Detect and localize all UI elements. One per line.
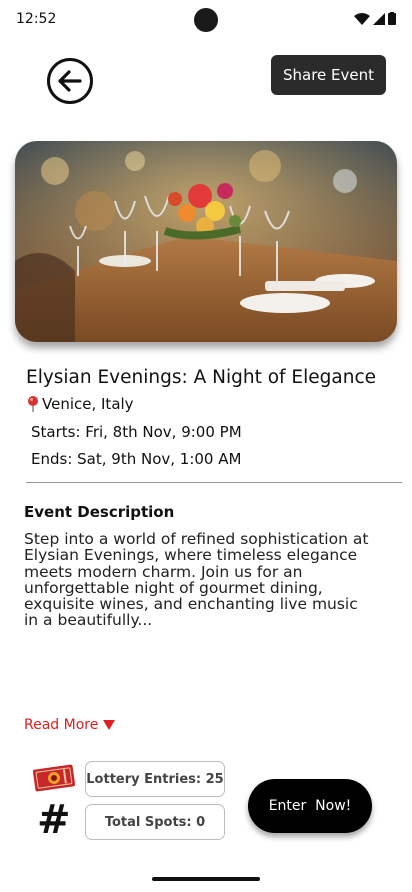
event-hero-image	[15, 141, 397, 342]
read-more-link[interactable]: Read More	[24, 717, 116, 733]
status-time: 12:52	[16, 11, 57, 27]
caret-down-icon	[103, 720, 116, 730]
event-start-time: Starts: Fri, 8th Nov, 9:00 PM	[31, 423, 242, 441]
camera-cutout	[194, 8, 218, 32]
description-body: Step into a world of refined sophisticat…	[24, 530, 369, 630]
event-end-time: Ends: Sat, 9th Nov, 1:00 AM	[31, 450, 242, 468]
status-icons	[354, 12, 396, 25]
wifi-icon	[354, 12, 370, 25]
total-spots-badge: Total Spots: 0	[85, 804, 225, 840]
signal-icon	[373, 12, 385, 25]
hash-icon: #	[37, 797, 71, 843]
status-bar: 12:52	[0, 0, 412, 40]
home-indicator[interactable]	[152, 877, 260, 881]
share-event-button[interactable]: Share Event	[271, 55, 386, 95]
battery-icon	[388, 12, 396, 25]
event-title: Elysian Evenings: A Night of Elegance	[26, 367, 377, 388]
enter-now-button[interactable]: Enter Now!	[248, 779, 372, 833]
back-button[interactable]	[47, 58, 93, 104]
location-pin-icon	[28, 396, 38, 412]
divider	[26, 482, 402, 483]
description-heading: Event Description	[24, 503, 175, 521]
event-location: Venice, Italy	[26, 395, 134, 413]
location-text: Venice, Italy	[42, 395, 134, 413]
lottery-entries-badge: Lottery Entries: 25	[85, 761, 225, 797]
read-more-label: Read More	[24, 717, 99, 733]
ticket-icon	[32, 764, 76, 792]
arrow-left-icon	[58, 70, 82, 92]
